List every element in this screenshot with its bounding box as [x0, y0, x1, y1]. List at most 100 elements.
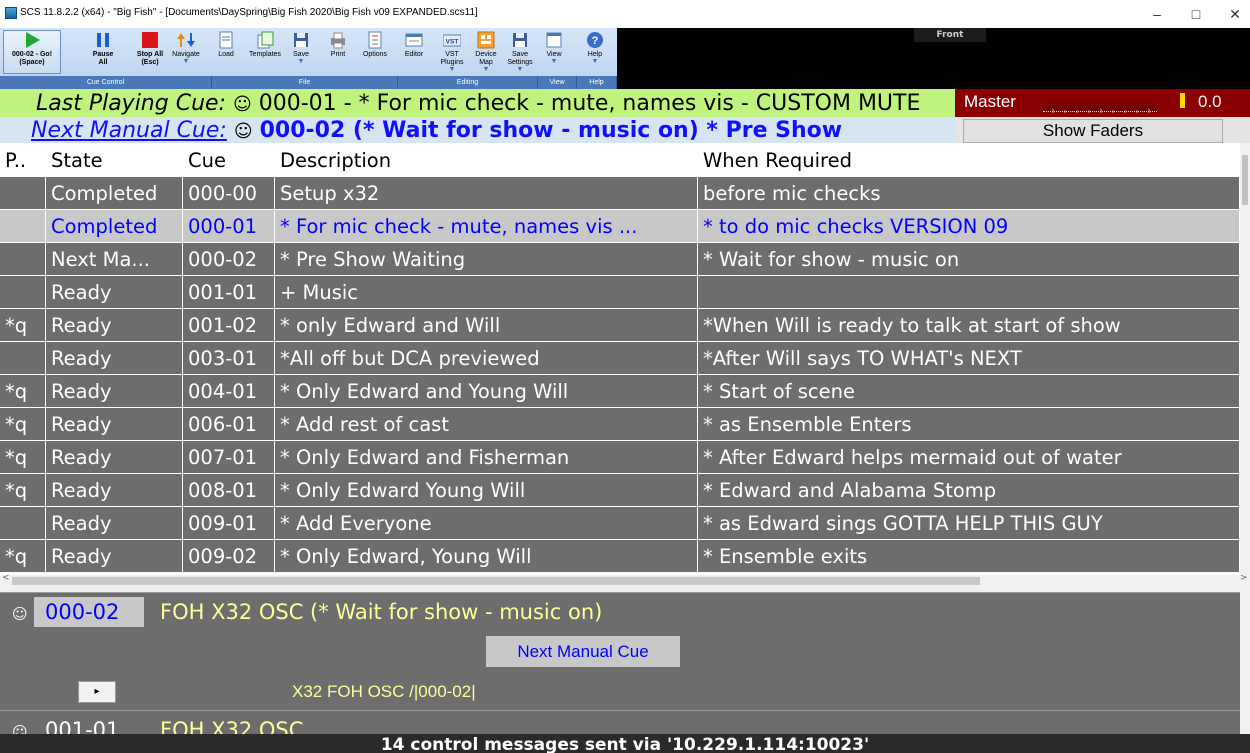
print-label: Print	[330, 51, 346, 58]
detail-cue-description: FOH X32 OSC	[160, 718, 304, 734]
cue-row[interactable]: Ready 001-01 + Music	[0, 276, 1240, 309]
load-button[interactable]: Load	[216, 30, 236, 76]
last-playing-cue-label: Last Playing Cue:	[36, 91, 226, 116]
cue-row[interactable]: Next Ma... 000-02 * Pre Show Waiting * Wait…	[0, 243, 1240, 276]
row-description-cell: * For mic check - mute, names vis ...	[275, 210, 698, 243]
options-label: Options	[362, 51, 388, 58]
minimize-button[interactable]: –	[1142, 4, 1172, 24]
cue-row[interactable]: Ready 003-01 *All off but DCA previewed *Af…	[0, 342, 1240, 375]
master-fader-panel: Master 0.0	[955, 89, 1250, 117]
svg-text:?: ?	[592, 35, 599, 47]
editor-button[interactable]: Editor	[400, 30, 428, 76]
options-checklist-icon	[368, 31, 382, 49]
window-title: SCS 11.8.2.2 (x64) - "Big Fish" - [Docum…	[20, 7, 478, 18]
row-p-cell	[0, 507, 46, 540]
help-question-icon: ?	[587, 32, 603, 48]
group-label-view: View	[538, 76, 577, 89]
row-cue-cell: 001-02	[183, 309, 275, 342]
device-map-button[interactable]: Device Map ▼	[470, 30, 502, 76]
scs-app-window: SCS 11.8.2.2 (x64) - "Big Fish" - [Docum…	[0, 0, 1250, 753]
cue-row[interactable]: *q Ready 007-01 * Only Edward and Fisherman…	[0, 441, 1240, 474]
group-label-cue-control: Cue Control	[0, 76, 212, 89]
row-cue-cell: 000-02	[183, 243, 275, 276]
templates-label: Templates	[249, 51, 281, 58]
scroll-left-arrow-icon[interactable]: <	[2, 573, 10, 583]
save-settings-button[interactable]: Save Settings ▼	[503, 30, 537, 76]
vertical-scroll-thumb[interactable]	[1242, 155, 1248, 205]
header-p[interactable]: P..	[0, 143, 46, 177]
horizontal-scroll-thumb[interactable]	[12, 577, 980, 585]
help-button[interactable]: ? Help ▼	[583, 30, 607, 76]
row-when-required-cell: *When Will is ready to talk at start of …	[698, 309, 1240, 342]
header-description[interactable]: Description	[275, 143, 698, 177]
close-button[interactable]: ✕	[1220, 4, 1250, 24]
cue-row[interactable]: *q Ready 001-02 * only Edward and Will *When…	[0, 309, 1240, 342]
header-when-required[interactable]: When Required	[698, 143, 1240, 177]
navigate-dropdown-icon: ▼	[182, 58, 190, 65]
pause-icon	[97, 33, 109, 47]
row-cue-cell: 009-02	[183, 540, 275, 573]
master-fader-handle[interactable]	[1180, 93, 1185, 108]
cue-row[interactable]: *q Ready 009-02 * Only Edward, Young Will * …	[0, 540, 1240, 573]
header-cue[interactable]: Cue	[183, 143, 275, 177]
detail-cue-description: FOH X32 OSC (* Wait for show - music on)	[160, 600, 603, 624]
show-faders-area: Show Faders	[955, 117, 1250, 143]
cue-list-grid: P.. State Cue Description When Required …	[0, 143, 1240, 575]
ribbon-toolbar: 000-02 - Go! (Space) Pause All Stop All …	[0, 28, 617, 89]
smiley-icon: ☺	[232, 94, 252, 115]
front-screen-label: Front	[914, 28, 986, 42]
row-when-required-cell: * Wait for show - music on	[698, 243, 1240, 276]
next-manual-cue-badge: Next Manual Cue	[486, 636, 680, 667]
osc-message-text: X32 FOH OSC /|000-02|	[292, 682, 476, 701]
detail-cue-row[interactable]: ☺ 001-01 FOH X32 OSC	[0, 710, 1240, 734]
cue-row[interactable]: Completed 000-01 * For mic check - mute, n…	[0, 210, 1240, 243]
editor-icon	[405, 33, 423, 47]
row-state-cell: Completed	[46, 177, 183, 210]
row-description-cell: * Only Edward and Young Will	[275, 375, 698, 408]
group-label-help: Help	[577, 76, 617, 89]
smiley-icon: ☺	[233, 121, 253, 142]
title-bar: SCS 11.8.2.2 (x64) - "Big Fish" - [Docum…	[0, 0, 1250, 28]
templates-button[interactable]: Templates	[244, 30, 286, 76]
pause-all-button[interactable]: Pause All	[88, 30, 118, 76]
vst-plugins-button[interactable]: VST VST Plugins ▼	[436, 30, 468, 76]
go-button-label: 000-02 - Go! (Space)	[11, 51, 53, 66]
row-state-cell: Ready	[46, 507, 183, 540]
row-state-cell: Ready	[46, 540, 183, 573]
options-button[interactable]: Options	[358, 30, 392, 76]
printer-icon	[331, 32, 345, 49]
cue-list-horizontal-scrollbar[interactable]: < >	[0, 573, 1250, 587]
save-button[interactable]: Save ▼	[290, 30, 312, 76]
master-fader-track[interactable]	[1043, 98, 1157, 113]
cue-row[interactable]: Ready 009-01 * Add Everyone * as Edward sin…	[0, 507, 1240, 540]
play-cue-button[interactable]: ▸	[78, 681, 116, 703]
scroll-right-arrow-icon[interactable]: >	[1240, 573, 1248, 583]
row-description-cell: * Only Edward and Fisherman	[275, 441, 698, 474]
row-description-cell: Setup x32	[275, 177, 698, 210]
row-p-cell: *q	[0, 408, 46, 441]
go-button-content[interactable]: 000-02 - Go! (Space)	[3, 30, 61, 76]
view-button[interactable]: View ▼	[542, 30, 566, 76]
navigate-button[interactable]: Navigate ▼	[170, 30, 202, 76]
row-when-required-cell: *After Will says TO WHAT's NEXT	[698, 342, 1240, 375]
cue-row[interactable]: *q Ready 006-01 * Add rest of cast * as Ense…	[0, 408, 1240, 441]
group-label-file: File	[212, 76, 398, 89]
cue-row[interactable]: *q Ready 008-01 * Only Edward Young Will * E…	[0, 474, 1240, 507]
detail-cue-row[interactable]: ☺ 000-02 FOH X32 OSC (* Wait for show - …	[0, 592, 1240, 630]
show-faders-button[interactable]: Show Faders	[963, 119, 1223, 143]
cue-row[interactable]: Completed 000-00 Setup x32 before mic check…	[0, 177, 1240, 210]
row-p-cell	[0, 210, 46, 243]
maximize-button[interactable]: □	[1181, 4, 1211, 24]
vst-plugins-label: VST Plugins	[440, 51, 464, 66]
detail-vertical-scrollbar[interactable]	[1240, 592, 1250, 734]
row-state-cell: Completed	[46, 210, 183, 243]
row-state-cell: Ready	[46, 375, 183, 408]
print-button[interactable]: Print	[326, 30, 350, 76]
stop-all-button[interactable]: Stop All (Esc)	[131, 30, 169, 76]
cue-row[interactable]: *q Ready 004-01 * Only Edward and Young Wil…	[0, 375, 1240, 408]
master-level-value: 0.0	[1198, 92, 1222, 111]
row-p-cell: *q	[0, 375, 46, 408]
header-state[interactable]: State	[46, 143, 183, 177]
cue-list-vertical-scrollbar[interactable]	[1240, 143, 1250, 575]
row-cue-cell: 000-00	[183, 177, 275, 210]
